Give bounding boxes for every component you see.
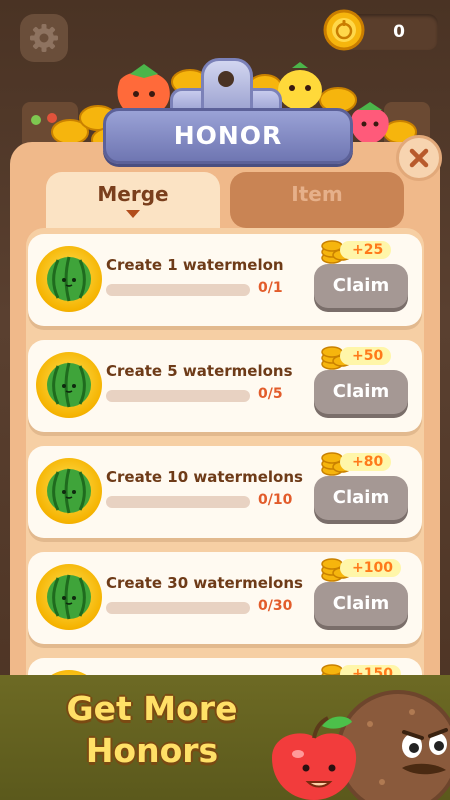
claim-button[interactable]: Claim [314,264,408,308]
honor-title: Create 30 watermelons [106,574,303,592]
reward: +25 [320,238,396,264]
claim-button[interactable]: Claim [314,476,408,520]
claim-button[interactable]: Claim [314,370,408,414]
coin-counter: 0 [323,9,438,51]
honor-row: Create 1 watermelon 0/1 +25 Claim [28,234,422,326]
reward: +80 [320,450,396,476]
reward: +50 [320,344,396,370]
reward: +100 [320,556,401,582]
honor-title: Create 5 watermelons [106,362,293,380]
progress-text: 0/5 [258,386,283,402]
coin-icon [323,9,365,51]
honor-row: Create 30 watermelons 0/30 +100 Claim [28,552,422,644]
promo-line-2: Honors [85,731,219,770]
tab-merge-label: Merge [97,182,169,206]
progress-bar [106,602,250,614]
promo-line-1: Get More [66,689,238,728]
watermelon-badge [36,458,102,524]
progress-text: 0/10 [258,492,293,508]
coin-count: 0 [393,22,405,42]
progress-text: 0/30 [258,598,293,614]
honor-row: Create 5 watermelons 0/5 +50 Claim [28,340,422,432]
honor-title: Create 1 watermelon [106,256,284,274]
progress-bar [106,496,250,508]
close-button[interactable] [396,135,442,181]
progress-text: 0/1 [258,280,283,296]
tab-merge[interactable]: Merge [46,172,220,234]
progress-bar [106,284,250,296]
watermelon-icon [47,468,91,514]
watermelon-icon [47,362,91,408]
honor-row: Create 10 watermelons 0/10 +80 Claim [28,446,422,538]
reward-amount: +80 [340,453,392,471]
progress-bar [106,390,250,402]
watermelon-badge [36,352,102,418]
watermelon-icon [47,256,91,302]
watermelon-badge [36,246,102,312]
fruit-characters-decoration [272,690,450,800]
settings-button[interactable] [20,14,68,62]
reward-amount: +100 [340,559,401,577]
tab-item[interactable]: Item [230,172,404,228]
tab-item-label: Item [291,182,343,206]
promo-banner-text: Get More Honors [32,688,272,772]
reward-amount: +50 [340,347,392,365]
caret-down-icon [126,210,140,218]
reward-amount: +25 [340,241,392,259]
watermelon-icon [47,574,91,620]
panel-title: HONOR [103,108,353,164]
claim-button[interactable]: Claim [314,582,408,626]
honor-title: Create 10 watermelons [106,468,303,486]
gear-icon [30,24,58,52]
close-icon [409,148,429,168]
watermelon-badge [36,564,102,630]
